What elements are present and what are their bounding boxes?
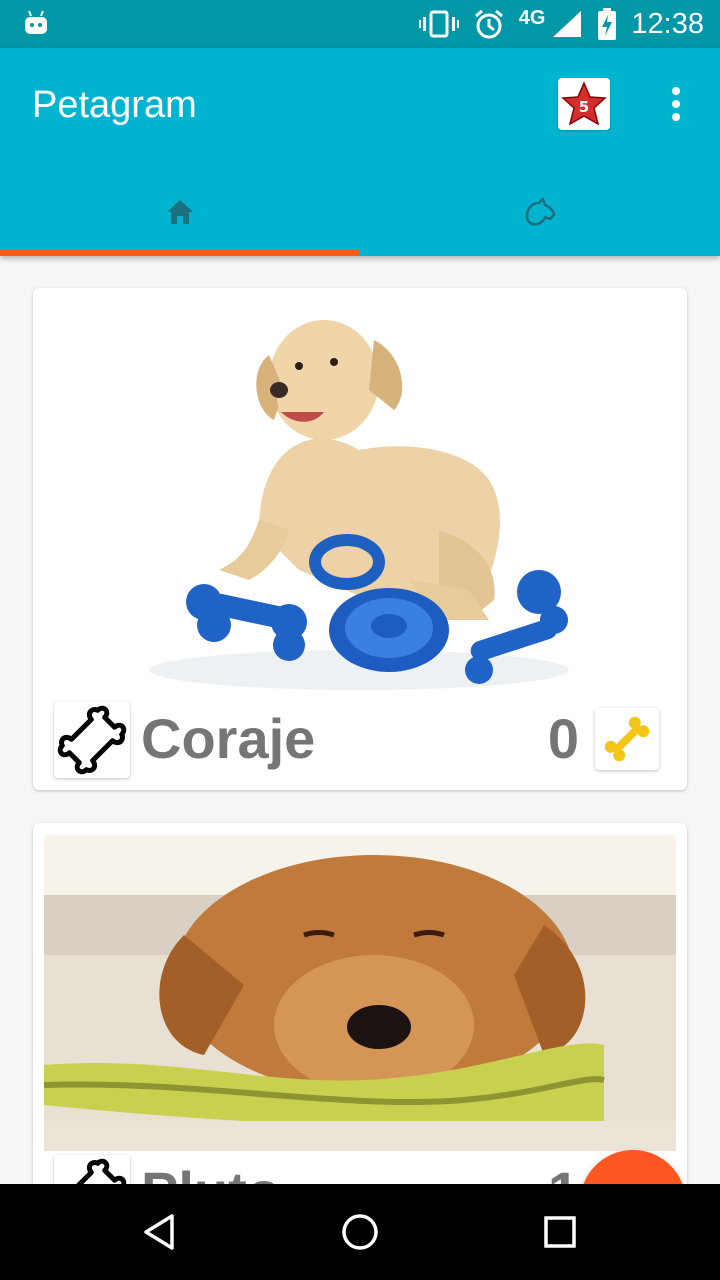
clock: 12:38 xyxy=(631,7,704,40)
pet-name: Coraje xyxy=(141,707,316,770)
home-button[interactable] xyxy=(336,1208,384,1256)
pet-photo-puppy xyxy=(44,835,676,1151)
rating-box xyxy=(595,708,659,770)
overflow-menu-icon[interactable] xyxy=(660,80,692,128)
network-type: 4G xyxy=(518,6,546,29)
tab-indicator xyxy=(0,250,360,255)
favorites-count: 5 xyxy=(579,98,589,116)
alarm-icon xyxy=(474,9,503,39)
back-button[interactable] xyxy=(136,1208,184,1256)
bone-outline-icon xyxy=(57,705,127,775)
app-bar: Petagram 5 xyxy=(0,48,720,256)
pet-card: Coraje 0 xyxy=(33,288,687,790)
star-favorites-icon: 5 xyxy=(561,81,607,126)
tab-pet[interactable] xyxy=(360,168,720,256)
android-notification-icon xyxy=(25,10,47,34)
home-circle-icon xyxy=(342,1214,378,1250)
recents-button[interactable] xyxy=(536,1208,584,1256)
vibrate-icon xyxy=(418,10,459,38)
back-icon xyxy=(144,1214,174,1250)
navigation-bar xyxy=(0,1184,720,1280)
like-bone-button[interactable] xyxy=(54,702,130,778)
tab-home[interactable] xyxy=(0,168,360,256)
home-icon xyxy=(167,200,193,224)
pet-likes-count: 0 xyxy=(547,707,579,770)
app-title: Petagram xyxy=(32,84,197,126)
battery-charging-icon xyxy=(598,8,617,40)
recents-icon xyxy=(544,1216,576,1248)
dog-icon xyxy=(525,197,556,226)
favorites-button[interactable]: 5 xyxy=(558,78,610,130)
status-bar: 4G 12:38 xyxy=(0,0,720,48)
yellow-bone-icon xyxy=(604,716,650,762)
pet-photo-labrador xyxy=(109,300,609,698)
signal-icon xyxy=(553,11,582,37)
